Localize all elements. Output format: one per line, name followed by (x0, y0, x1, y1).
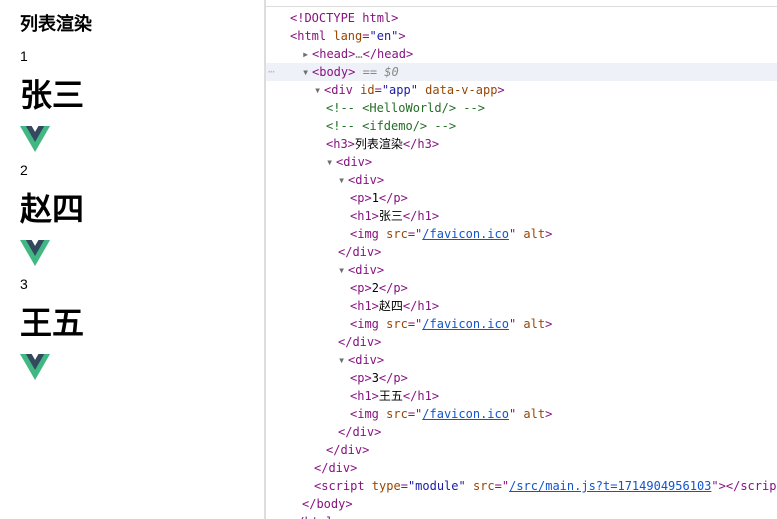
collapse-arrow-icon[interactable]: ▾ (326, 153, 336, 171)
dom-node[interactable]: <h1>张三</h1> (266, 207, 777, 225)
item-index: 1 (20, 48, 244, 64)
dom-node[interactable]: <!-- <HelloWorld/> --> (266, 99, 777, 117)
list-item: 1 张三 (20, 48, 244, 152)
dom-node[interactable]: ▾<div> (266, 171, 777, 189)
dom-node[interactable]: <img src="/favicon.ico" alt> (266, 225, 777, 243)
collapse-arrow-icon[interactable]: ▾ (302, 63, 312, 81)
dom-node[interactable]: ▸<head>…</head> (266, 45, 777, 63)
list-item: 3 王五 (20, 276, 244, 380)
dom-node[interactable]: </body> (266, 495, 777, 513)
collapse-arrow-icon[interactable]: ▾ (338, 351, 348, 369)
dom-node[interactable]: </div> (266, 333, 777, 351)
item-index: 2 (20, 162, 244, 178)
collapse-arrow-icon[interactable]: ▾ (338, 171, 348, 189)
dom-node[interactable]: <p>2</p> (266, 279, 777, 297)
dom-node[interactable]: <!DOCTYPE html> (266, 9, 777, 27)
item-name: 赵四 (20, 184, 244, 230)
dom-node[interactable]: <h3>列表渲染</h3> (266, 135, 777, 153)
dom-node[interactable]: </div> (266, 459, 777, 477)
rendered-page: 列表渲染 1 张三 2 赵四 3 王五 (0, 0, 264, 519)
dom-node[interactable]: <!-- <ifdemo/> --> (266, 117, 777, 135)
dom-node[interactable]: <script type="module" src="/src/main.js?… (266, 477, 777, 495)
collapse-arrow-icon[interactable]: ▾ (338, 261, 348, 279)
item-index: 3 (20, 276, 244, 292)
vue-logo-icon (20, 240, 50, 266)
dom-tree[interactable]: <!DOCTYPE html> <html lang="en"> ▸<head>… (266, 7, 777, 519)
item-name: 张三 (20, 70, 244, 116)
dom-node[interactable]: <h1>王五</h1> (266, 387, 777, 405)
dom-node-selected[interactable]: ⋯▾<body> == $0 (266, 63, 777, 81)
dom-node[interactable]: <html lang="en"> (266, 27, 777, 45)
dom-node[interactable]: </div> (266, 243, 777, 261)
expand-arrow-icon[interactable]: ▸ (302, 45, 312, 63)
page-heading: 列表渲染 (20, 10, 244, 36)
dom-node[interactable]: ▾<div id="app" data-v-app> (266, 81, 777, 99)
dom-node[interactable]: </div> (266, 441, 777, 459)
list-item: 2 赵四 (20, 162, 244, 266)
vue-logo-icon (20, 126, 50, 152)
devtools-tabs[interactable] (266, 0, 777, 7)
dom-node[interactable]: </html> (266, 513, 777, 519)
dom-node[interactable]: <h1>赵四</h1> (266, 297, 777, 315)
dom-node[interactable]: <img src="/favicon.ico" alt> (266, 405, 777, 423)
dom-node[interactable]: ▾<div> (266, 153, 777, 171)
dom-node[interactable]: ▾<div> (266, 351, 777, 369)
dom-node[interactable]: ▾<div> (266, 261, 777, 279)
dom-node[interactable]: <img src="/favicon.ico" alt> (266, 315, 777, 333)
item-name: 王五 (20, 298, 244, 344)
dom-node[interactable]: </div> (266, 423, 777, 441)
collapse-arrow-icon[interactable]: ▾ (314, 81, 324, 99)
dom-node[interactable]: <p>3</p> (266, 369, 777, 387)
devtools-elements-panel[interactable]: <!DOCTYPE html> <html lang="en"> ▸<head>… (266, 0, 777, 519)
dom-node[interactable]: <p>1</p> (266, 189, 777, 207)
vue-logo-icon (20, 354, 50, 380)
